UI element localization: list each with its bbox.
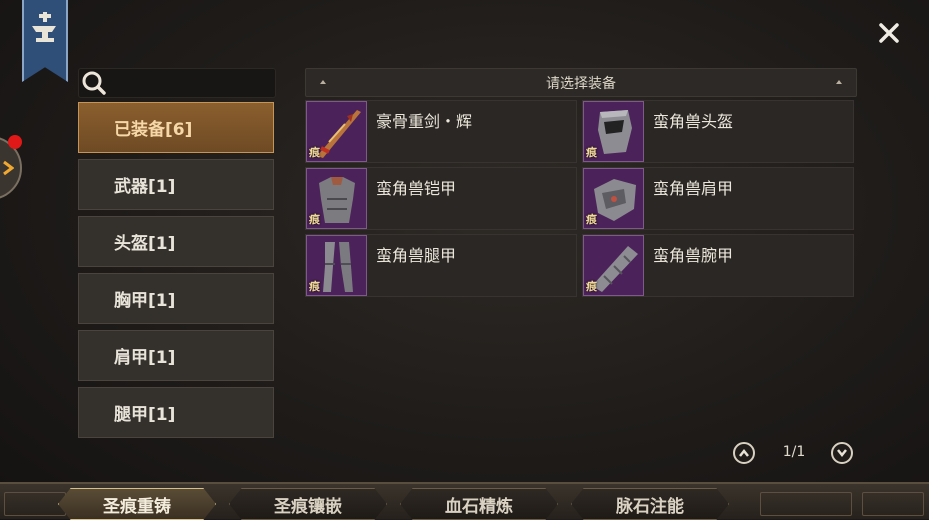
close-button[interactable] xyxy=(872,16,906,50)
item-thumbnail: 痕 xyxy=(306,168,367,229)
item-mark: 痕 xyxy=(309,213,320,226)
decorative-ornament xyxy=(760,492,852,516)
chevron-right-icon xyxy=(3,160,14,176)
equipment-item[interactable]: 痕 蛮角兽头盔 xyxy=(582,100,854,163)
chevron-up-icon xyxy=(739,448,749,457)
search-icon[interactable] xyxy=(81,70,107,96)
chevron-down-icon xyxy=(837,449,847,458)
tab-stigma-recast[interactable]: 圣痕重铸 xyxy=(58,488,216,520)
category-equipped[interactable]: 已装备[6] xyxy=(78,102,274,153)
equipment-item[interactable]: 痕 蛮角兽肩甲 xyxy=(582,167,854,230)
equipment-item[interactable]: 痕 豪骨重剑・辉 xyxy=(305,100,577,163)
anvil-icon xyxy=(32,12,56,42)
category-list: 已装备[6] 武器[1] 头盔[1] 胸甲[1] 肩甲[1] 腿甲[1] xyxy=(78,102,274,444)
tab-stigma-inlay[interactable]: 圣痕镶嵌 xyxy=(229,488,387,520)
category-chest[interactable]: 胸甲[1] xyxy=(78,273,274,324)
item-name: 蛮角兽铠甲 xyxy=(376,179,457,198)
decorative-ornament xyxy=(862,492,924,516)
tab-veinstone-infuse[interactable]: 脉石注能 xyxy=(571,488,729,520)
page-indicator: 1/1 xyxy=(782,444,806,460)
equipment-item[interactable]: 痕 蛮角兽铠甲 xyxy=(305,167,577,230)
item-name: 蛮角兽腕甲 xyxy=(653,246,734,265)
item-mark: 痕 xyxy=(309,280,320,293)
triangle-icon xyxy=(320,80,326,84)
notification-dot xyxy=(8,135,22,149)
page-up-button[interactable] xyxy=(733,442,755,464)
equipment-item[interactable]: 痕 蛮角兽腕甲 xyxy=(582,234,854,297)
equipment-item[interactable]: 痕 蛮角兽腿甲 xyxy=(305,234,577,297)
category-helmet[interactable]: 头盔[1] xyxy=(78,216,274,267)
category-shoulder[interactable]: 肩甲[1] xyxy=(78,330,274,381)
item-mark: 痕 xyxy=(586,280,597,293)
item-thumbnail: 痕 xyxy=(583,235,644,296)
item-mark: 痕 xyxy=(309,146,320,159)
bottom-tab-bar: 圣痕重铸 圣痕镶嵌 血石精炼 脉石注能 xyxy=(0,482,929,520)
category-weapon[interactable]: 武器[1] xyxy=(78,159,274,210)
item-thumbnail: 痕 xyxy=(583,168,644,229)
select-equipment-header: 请选择装备 xyxy=(305,68,857,97)
item-name: 蛮角兽头盔 xyxy=(653,112,734,131)
page-down-button[interactable] xyxy=(831,442,853,464)
search-bar xyxy=(78,68,276,98)
pager: 1/1 xyxy=(733,442,855,466)
forge-banner xyxy=(22,0,68,82)
decorative-ornament xyxy=(4,492,66,516)
item-mark: 痕 xyxy=(586,146,597,159)
item-name: 蛮角兽肩甲 xyxy=(653,179,734,198)
item-mark: 痕 xyxy=(586,213,597,226)
item-name: 蛮角兽腿甲 xyxy=(376,246,457,265)
category-legs[interactable]: 腿甲[1] xyxy=(78,387,274,438)
search-input[interactable] xyxy=(111,72,271,94)
item-thumbnail: 痕 xyxy=(306,101,367,162)
tab-bloodstone-refine[interactable]: 血石精炼 xyxy=(400,488,558,520)
triangle-icon xyxy=(836,80,842,84)
close-icon xyxy=(879,23,899,43)
item-name: 豪骨重剑・辉 xyxy=(376,112,473,131)
item-thumbnail: 痕 xyxy=(583,101,644,162)
item-thumbnail: 痕 xyxy=(306,235,367,296)
header-title: 请选择装备 xyxy=(546,75,616,92)
